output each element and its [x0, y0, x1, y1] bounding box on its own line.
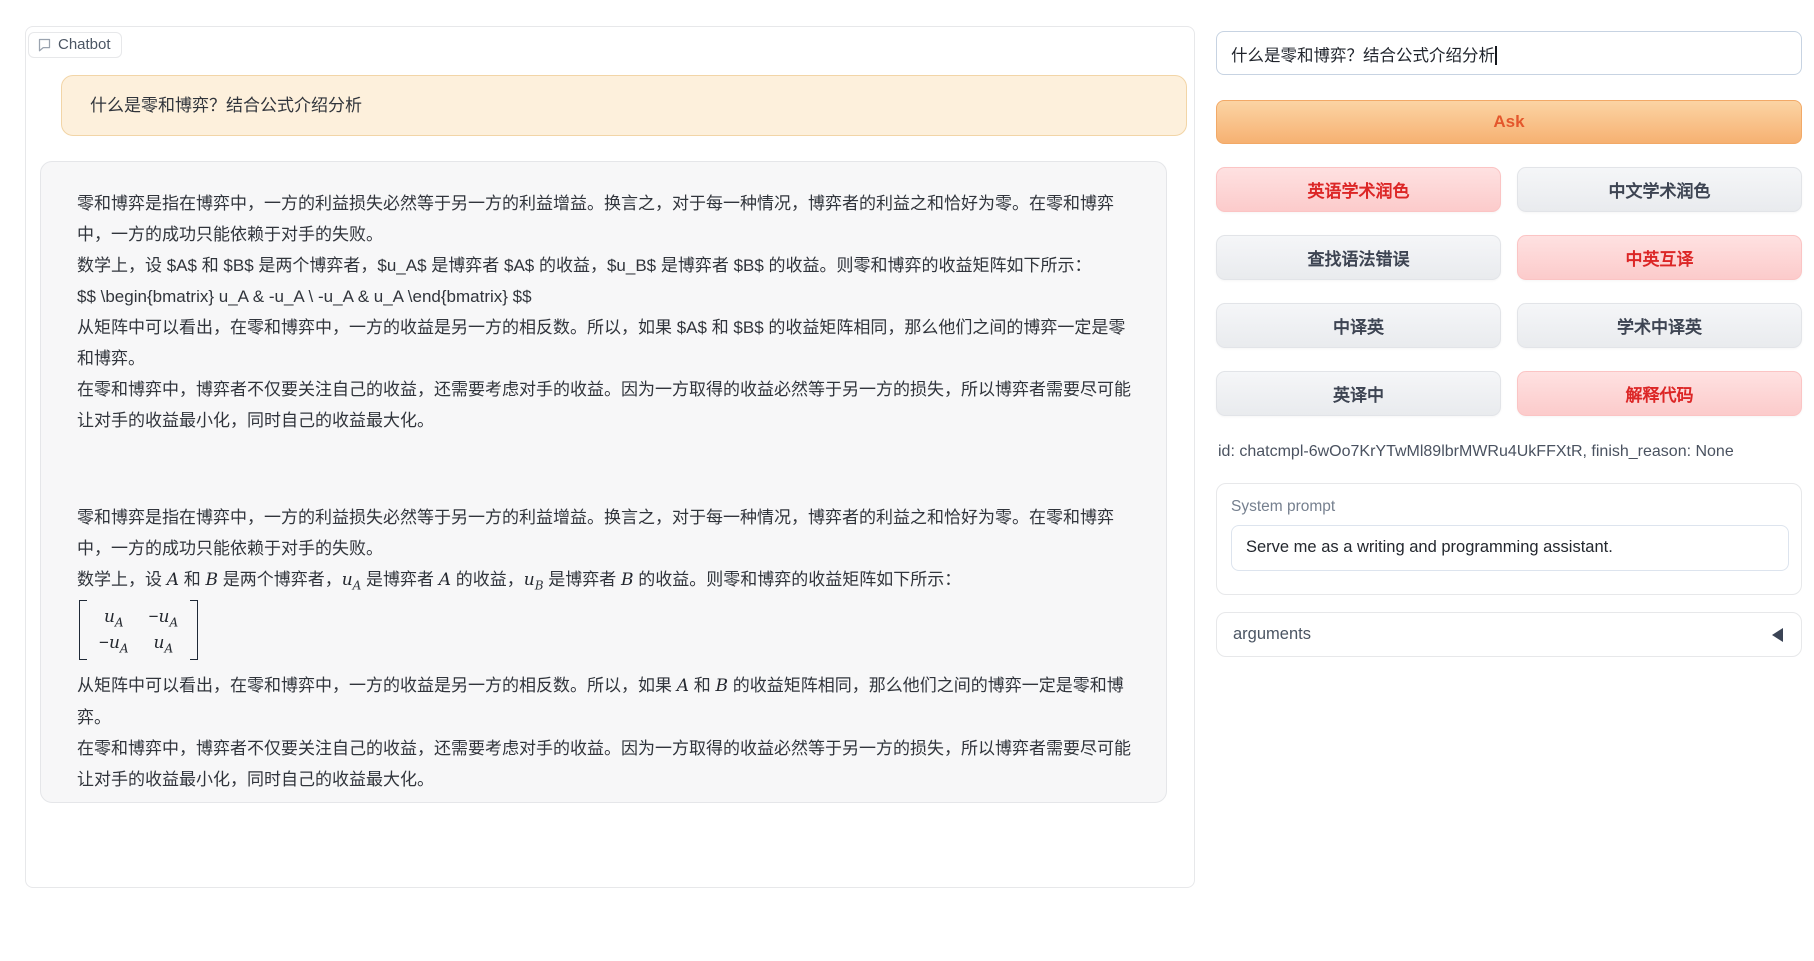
system-prompt-input[interactable]: Serve me as a writing and programming as…: [1231, 525, 1789, 571]
page-title-clipped: 学术优化: [860, 0, 1160, 8]
bot-message-gap: [77, 436, 1136, 502]
matrix-cell: uA: [99, 604, 129, 630]
bot-rendered-text: 零和博弈是指在博弈中，一方的利益损失必然等于另一方的利益增益。换言之，对于每一种…: [77, 502, 1136, 795]
quick-action-en-academic-polish[interactable]: 英语学术润色: [1216, 167, 1501, 212]
matrix-left-bracket: [79, 600, 87, 660]
accordion-collapsed-arrow-icon: [1772, 628, 1783, 642]
question-input[interactable]: 什么是零和博弈？结合公式介绍分析: [1216, 31, 1802, 75]
system-prompt-label: System prompt: [1231, 498, 1787, 516]
payoff-matrix: uA−uA−uAuA: [79, 600, 198, 660]
quick-action-zh-en-mutual-translate[interactable]: 中英互译: [1517, 235, 1802, 280]
chatbot-label: Chatbot: [58, 36, 111, 53]
bot-message-bubble: 零和博弈是指在博弈中，一方的利益损失必然等于另一方的利益增益。换言之，对于每一种…: [40, 161, 1167, 803]
quick-action-explain-code[interactable]: 解释代码: [1517, 371, 1802, 416]
quick-action-zh-academic-polish[interactable]: 中文学术润色: [1517, 167, 1802, 212]
user-message-bubble: 什么是零和博弈？结合公式介绍分析: [61, 75, 1187, 136]
matrix-cell: −uA: [99, 630, 129, 656]
quick-action-academic-zh-to-en[interactable]: 学术中译英: [1517, 303, 1802, 348]
matrix-cell: uA: [149, 630, 179, 656]
chatbot-label-chip: Chatbot: [28, 32, 122, 58]
response-status-line: id: chatcmpl-6wOo7KrYTwMl89lbrMWRu4UkFFX…: [1218, 443, 1734, 461]
chat-bubble-icon: [37, 37, 52, 52]
bot-rendered-p1: 零和博弈是指在博弈中，一方的利益损失必然等于另一方的利益增益。换言之，对于每一种…: [77, 502, 1136, 564]
matrix-right-bracket: [190, 600, 198, 660]
text-caret: [1495, 46, 1497, 65]
quick-action-grid: 英语学术润色中文学术润色查找语法错误中英互译中译英学术中译英英译中解释代码: [1216, 167, 1802, 416]
quick-action-find-grammar-errors[interactable]: 查找语法错误: [1216, 235, 1501, 280]
bot-rendered-p2: 数学上，设 A 和 B 是两个博弈者，uA 是博弈者 A 的收益，uB 是博弈者…: [77, 564, 1136, 596]
quick-action-zh-to-en[interactable]: 中译英: [1216, 303, 1501, 348]
user-message-text: 什么是零和博弈？结合公式介绍分析: [90, 96, 362, 115]
page-title-text: 学术优化: [860, 0, 1160, 6]
system-prompt-box: System prompt Serve me as a writing and …: [1216, 483, 1802, 595]
arguments-accordion[interactable]: arguments: [1216, 612, 1802, 657]
matrix-cell: −uA: [149, 604, 179, 630]
question-input-value: 什么是零和博弈？结合公式介绍分析: [1231, 47, 1495, 65]
control-column: 什么是零和博弈？结合公式介绍分析 Ask 英语学术润色中文学术润色查找语法错误中…: [1216, 0, 1802, 961]
arguments-accordion-label: arguments: [1233, 625, 1311, 644]
chatbot-panel: Chatbot 什么是零和博弈？结合公式介绍分析 零和博弈是指在博弈中，一方的利…: [25, 26, 1195, 888]
bot-raw-markdown-text: 零和博弈是指在博弈中，一方的利益损失必然等于另一方的利益增益。换言之，对于每一种…: [77, 188, 1136, 436]
bot-rendered-p4: 在零和博弈中，博弈者不仅要关注自己的收益，还需要考虑对手的收益。因为一方取得的收…: [77, 733, 1136, 795]
quick-action-en-to-zh[interactable]: 英译中: [1216, 371, 1501, 416]
ask-button[interactable]: Ask: [1216, 100, 1802, 144]
bot-rendered-p3: 从矩阵中可以看出，在零和博弈中，一方的收益是另一方的相反数。所以，如果 A 和 …: [77, 670, 1136, 733]
